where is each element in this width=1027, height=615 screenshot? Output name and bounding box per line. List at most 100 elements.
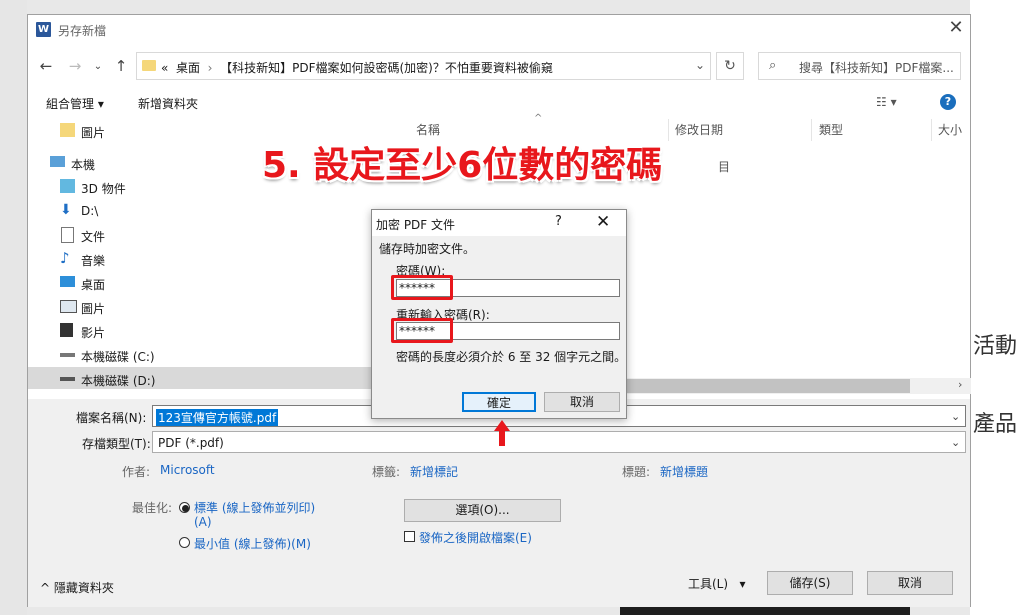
new-folder-button[interactable]: 新增資料夾	[138, 95, 198, 112]
column-divider	[668, 119, 669, 141]
folder-icon	[142, 60, 156, 71]
dialog-description: 儲存時加密文件。	[379, 242, 476, 256]
nav-item-label: 本機磁碟 (D:)	[81, 374, 156, 388]
search-box[interactable]: ⌕ 搜尋【科技新知】PDF檔案...	[758, 52, 961, 80]
author-label: 作者:	[122, 465, 151, 479]
nav-item-videos[interactable]: 影片	[28, 319, 408, 343]
organize-menu[interactable]: 組合管理 ▾	[46, 95, 104, 112]
nav-item-pictures[interactable]: 圖片	[28, 295, 408, 319]
recent-chevron-icon[interactable]: ⌄	[88, 61, 108, 72]
up-arrow-icon[interactable]: ↑	[111, 57, 131, 75]
address-dropdown-icon[interactable]: ⌄	[695, 58, 705, 72]
search-icon: ⌕	[769, 58, 777, 73]
hide-folders-toggle[interactable]: ^ 隱藏資料夾	[40, 579, 114, 596]
dialog-cancel-button[interactable]: 取消	[544, 392, 620, 412]
nav-item-label: 圖片	[81, 126, 106, 140]
music-icon: ♪	[60, 249, 70, 267]
address-prefix: «	[161, 61, 169, 75]
optimize-label: 最佳化:	[132, 501, 173, 515]
password-hint: 密碼的長度必須介於 6 至 32 個字元之間。	[396, 350, 627, 364]
column-divider	[931, 119, 932, 141]
column-divider	[811, 119, 812, 141]
author-value[interactable]: Microsoft	[160, 463, 215, 477]
title-value[interactable]: 新增標題	[660, 463, 708, 480]
chevron-down-icon[interactable]: ⌄	[951, 410, 960, 423]
drive-icon	[60, 377, 75, 381]
dialog-titlebar: 加密 PDF 文件 ? ✕	[372, 210, 626, 236]
breadcrumb-desktop[interactable]: 桌面	[176, 61, 200, 75]
picture-icon	[60, 300, 77, 313]
dialog-close-button[interactable]: ✕	[596, 212, 610, 232]
tags-label: 標籤:	[372, 465, 401, 479]
search-input[interactable]: 搜尋【科技新知】PDF檔案...	[799, 59, 954, 76]
radio-standard-label[interactable]: 標準 (線上發佈並列印)	[194, 499, 315, 516]
nav-item-d-drive-local[interactable]: 本機磁碟 (D:)	[28, 367, 408, 389]
background-left	[0, 0, 27, 615]
tools-label: 工具(L)	[688, 577, 729, 591]
scroll-right-icon[interactable]: ›	[958, 378, 962, 391]
radio-minimum[interactable]	[179, 537, 190, 548]
tools-menu[interactable]: 工具(L) ▾	[688, 575, 746, 592]
nav-item-label: 文件	[81, 230, 106, 244]
help-icon[interactable]: ?	[940, 94, 956, 110]
radio-standard-label-key[interactable]: (A)	[194, 515, 212, 529]
column-date[interactable]: 修改日期	[675, 121, 723, 138]
open-after-label[interactable]: 發佈之後開啟檔案(E)	[419, 529, 532, 546]
nav-item-documents[interactable]: 文件	[28, 223, 408, 247]
nav-item-label: 音樂	[81, 254, 106, 268]
back-arrow-icon[interactable]: ←	[36, 57, 56, 75]
computer-icon	[50, 156, 65, 167]
chevron-down-icon[interactable]: ⌄	[951, 436, 960, 449]
breadcrumb-separator: ›	[207, 61, 213, 75]
nav-item-label: D:\	[81, 204, 99, 218]
address-path: « 桌面 › 【科技新知】PDF檔案如何設密碼(加密)？不怕重要資料被偷窺	[161, 59, 553, 76]
radio-minimum-label[interactable]: 最小值 (線上發佈)(M)	[194, 535, 311, 552]
nav-item-d-drive[interactable]: ⬇ D:\	[28, 199, 408, 223]
encrypt-pdf-dialog: 加密 PDF 文件 ? ✕ 儲存時加密文件。 密碼(W): ****** 重新輸…	[371, 209, 627, 419]
filetype-value: PDF (*.pdf)	[158, 436, 224, 450]
background-text-2: 產品	[973, 412, 1018, 437]
filename-value: 123宣傳官方帳號.pdf	[156, 409, 279, 426]
title-label: 標題:	[622, 465, 651, 479]
forward-arrow-icon[interactable]: →	[65, 57, 85, 75]
nav-item-music[interactable]: ♪ 音樂	[28, 247, 408, 271]
background-document	[970, 0, 1027, 615]
hide-folders-label: 隱藏資料夾	[53, 581, 114, 595]
view-options-icon[interactable]: ☷ ▾	[876, 95, 897, 109]
tags-value[interactable]: 新增標記	[410, 463, 458, 480]
word-icon: W	[36, 22, 51, 37]
column-type[interactable]: 類型	[819, 121, 843, 138]
breadcrumb-current[interactable]: 【科技新知】PDF檔案如何設密碼(加密)？不怕重要資料被偷窺	[220, 61, 553, 75]
ok-button[interactable]: 確定	[462, 392, 536, 412]
nav-item-label: 本機磁碟 (C:)	[81, 350, 155, 364]
filename-label: 檔案名稱(N):	[76, 411, 147, 425]
nav-item-label: 圖片	[81, 302, 106, 316]
document-icon	[61, 227, 74, 243]
desktop-icon	[60, 276, 75, 287]
red-arrow-icon	[494, 420, 510, 446]
address-bar[interactable]: « 桌面 › 【科技新知】PDF檔案如何設密碼(加密)？不怕重要資料被偷窺 ⌄	[136, 52, 711, 80]
dialog-title: 加密 PDF 文件	[376, 218, 456, 232]
refresh-icon[interactable]: ↻	[716, 52, 744, 80]
nav-item-desktop[interactable]: 桌面	[28, 271, 408, 295]
empty-folder-message: 目	[718, 160, 731, 174]
background-text-1: 活動	[973, 334, 1018, 359]
nav-item-label: 3D 物件	[81, 182, 126, 196]
sort-chevron-icon: ^	[534, 113, 543, 124]
dialog-help-button[interactable]: ?	[555, 214, 562, 229]
window-title: 另存新檔	[58, 24, 107, 38]
nav-item-label: 影片	[81, 326, 106, 340]
chevron-down-icon: ▾	[739, 577, 746, 591]
column-size[interactable]: 大小	[938, 121, 962, 138]
nav-item-c-drive[interactable]: 本機磁碟 (C:)	[28, 343, 408, 367]
nav-item-label: 桌面	[81, 278, 106, 292]
options-button[interactable]: 選項(O)...	[404, 499, 561, 522]
filetype-select[interactable]: PDF (*.pdf) ⌄	[152, 431, 966, 453]
cancel-button[interactable]: 取消	[867, 571, 953, 595]
filetype-label: 存檔類型(T):	[82, 437, 151, 451]
chevron-up-icon: ^	[40, 581, 51, 595]
window-close-button[interactable]: ✕	[944, 17, 968, 38]
save-button[interactable]: 儲存(S)	[767, 571, 853, 595]
open-after-checkbox[interactable]	[404, 531, 415, 542]
radio-standard[interactable]	[179, 502, 190, 513]
